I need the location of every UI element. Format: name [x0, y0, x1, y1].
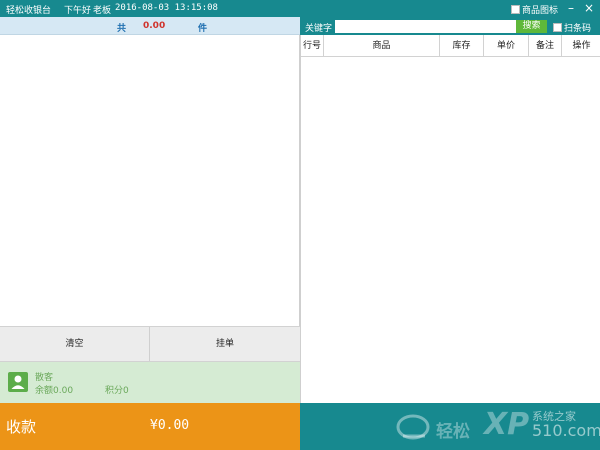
barcode-checkbox[interactable]: [553, 23, 562, 32]
clear-button[interactable]: 清空: [0, 327, 150, 361]
watermark-x-mark: XP: [484, 407, 530, 442]
column-header-unit-price[interactable]: 单价: [484, 35, 529, 57]
footer-bar: 轻松 XP 系统之家 510.com: [300, 403, 600, 450]
search-bar: 关键字 搜索 扫条码: [300, 17, 600, 35]
column-header-product[interactable]: 商品: [324, 35, 440, 57]
column-header-row-number[interactable]: 行号: [301, 35, 324, 57]
checkout-total: ¥0.00: [150, 418, 190, 433]
search-button[interactable]: 搜索: [516, 20, 547, 33]
close-button[interactable]: ×: [582, 1, 596, 15]
member-name: 散客: [35, 373, 54, 383]
member-points: 积分0: [105, 386, 129, 396]
watermark-url: 510.com: [532, 421, 600, 440]
barcode-toggle[interactable]: 扫条码: [553, 21, 591, 34]
cart-summary-bar: 共 0.00 件: [0, 17, 300, 35]
column-header-stock[interactable]: 库存: [440, 35, 484, 57]
checkout-button[interactable]: 收款 ¥0.00: [0, 403, 300, 450]
column-header-note[interactable]: 备注: [529, 35, 562, 57]
barcode-label: 扫条码: [564, 24, 592, 34]
product-icon-checkbox[interactable]: [511, 5, 520, 14]
table-header: 行号 商品 库存 单价 备注 操作: [301, 35, 600, 57]
cart-actions: 清空 挂单: [0, 326, 300, 362]
summary-amount: 0.00: [143, 21, 166, 31]
member-panel[interactable]: 散客 余额0.00 积分0: [0, 362, 300, 403]
datetime-text: 2016-08-03 13:15:08: [115, 3, 218, 13]
watermark-brand: 轻松: [436, 422, 470, 442]
cart-list[interactable]: [0, 35, 300, 326]
user-name: 老板: [93, 6, 112, 16]
greeting-text: 下午好: [64, 6, 92, 16]
product-table[interactable]: 行号 商品 库存 单价 备注 操作: [300, 35, 600, 403]
product-icon-label: 商品图标: [522, 6, 559, 16]
app-name: 轻松收银台: [6, 6, 52, 16]
member-balance: 余额0.00: [35, 386, 74, 396]
column-header-action[interactable]: 操作: [562, 35, 600, 57]
keyword-input[interactable]: [335, 20, 517, 33]
member-avatar-icon: [8, 372, 28, 392]
summary-prefix: 共: [117, 24, 127, 34]
hold-order-button[interactable]: 挂单: [150, 327, 300, 361]
product-icon-toggle[interactable]: 商品图标: [511, 3, 558, 16]
keyword-label: 关键字: [305, 24, 333, 34]
title-bar: 轻松收银台 下午好 老板 2016-08-03 13:15:08 商品图标 – …: [0, 0, 600, 17]
minimize-button[interactable]: –: [564, 1, 578, 15]
summary-suffix: 件: [198, 24, 208, 34]
watermark-logo-icon: [395, 412, 431, 442]
checkout-label: 收款: [6, 418, 37, 436]
